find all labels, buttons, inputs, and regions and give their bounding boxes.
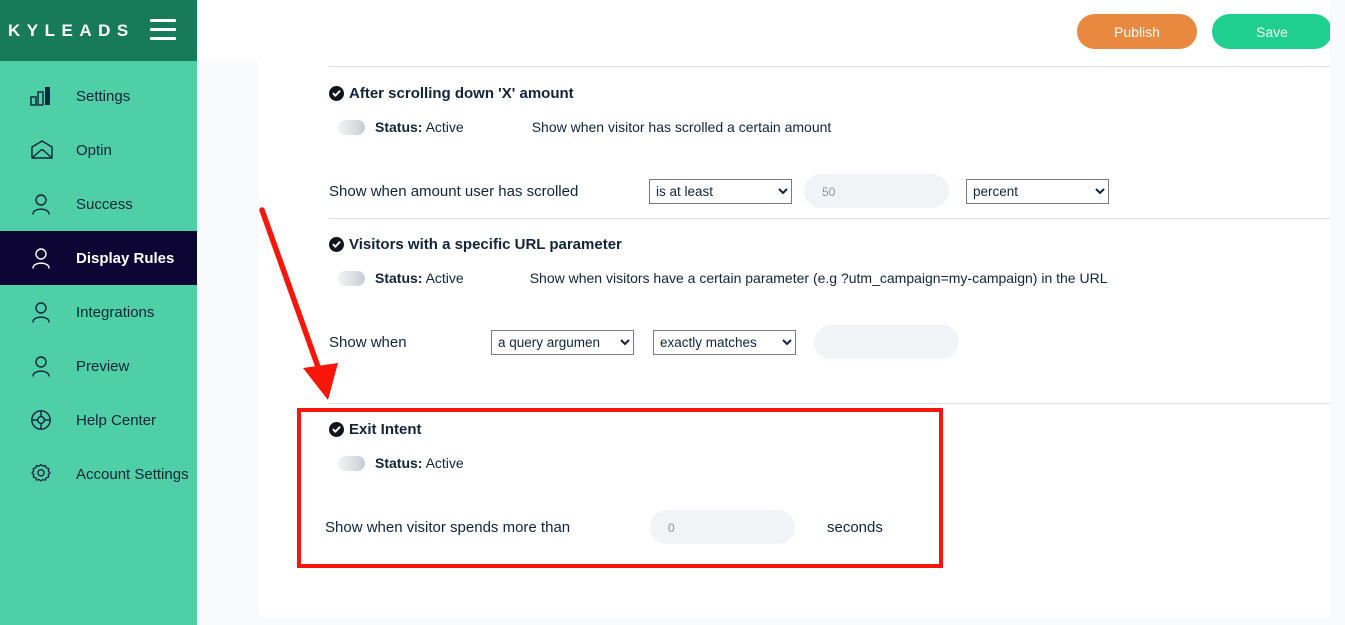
sidebar-item-label: Success: [76, 195, 133, 213]
status-label: Status: Active: [375, 455, 464, 471]
sidebar-item-label: Integrations: [76, 303, 155, 321]
sidebar-item-label: Account Settings: [76, 465, 189, 483]
status-toggle[interactable]: [338, 119, 365, 135]
check-circle-icon: [329, 422, 344, 437]
rule-field-row: Show when visitor spends more than secon…: [325, 510, 883, 544]
sidebar-item-label: Display Rules: [76, 249, 175, 267]
sidebar-item-integrations[interactable]: Integrations: [0, 285, 197, 339]
rule-status-row: Status: Active Show when visitors have a…: [338, 270, 1107, 286]
sidebar-nav: Settings Optin Success Display Rules Int…: [0, 61, 197, 501]
sidebar-item-help-center[interactable]: Help Center: [0, 393, 197, 447]
hamburger-bar: [150, 19, 176, 22]
section-divider: [329, 218, 1330, 219]
save-button[interactable]: Save: [1212, 14, 1332, 49]
exit-seconds-input[interactable]: [650, 510, 795, 544]
rule-field-row: Show when a query argumen exactly matche…: [329, 325, 959, 359]
status-value: Active: [425, 455, 464, 471]
sidebar-item-label: Preview: [76, 357, 130, 375]
rule-title: Exit Intent: [329, 421, 422, 438]
sidebar-item-success[interactable]: Success: [0, 177, 197, 231]
status-label: Status: Active: [375, 119, 464, 135]
rule-field-row: Show when amount user has scrolled is at…: [329, 174, 1109, 208]
field-label: Show when visitor spends more than: [325, 518, 571, 536]
app-root: KYLEADS Settings Optin Success Display R…: [0, 0, 1345, 625]
status-prefix: Status:: [375, 270, 423, 286]
user-icon: [30, 299, 60, 325]
status-prefix: Status:: [375, 119, 423, 135]
user-icon: [30, 353, 60, 379]
hamburger-icon[interactable]: [150, 19, 176, 40]
section-divider: [329, 66, 1330, 67]
sidebar-item-label: Optin: [76, 141, 112, 159]
hamburger-bar: [150, 28, 176, 31]
param-match-select[interactable]: exactly matches: [653, 329, 796, 355]
rule-status-row: Status: Active: [338, 455, 464, 471]
sidebar-item-label: Help Center: [76, 411, 157, 429]
scroll-operator-select[interactable]: is at least: [649, 178, 792, 204]
status-value: Active: [425, 270, 464, 286]
sidebar-header: KYLEADS: [0, 0, 197, 61]
scroll-unit-select[interactable]: percent: [966, 178, 1109, 204]
rule-title: After scrolling down 'X' amount: [329, 85, 574, 102]
sidebar: KYLEADS Settings Optin Success Display R…: [0, 0, 197, 625]
param-value-input[interactable]: [814, 325, 959, 359]
status-description: Show when visitors have a certain parame…: [529, 270, 1108, 286]
sidebar-item-optin[interactable]: Optin: [0, 123, 197, 177]
seconds-unit-label: seconds: [827, 518, 883, 536]
sidebar-item-display-rules[interactable]: Display Rules: [0, 231, 197, 285]
status-prefix: Status:: [375, 455, 423, 471]
content-area: After scrolling down 'X' amount Status: …: [197, 61, 1330, 625]
field-label: Show when: [329, 333, 407, 351]
status-value: Active: [425, 119, 464, 135]
rule-title-text: Exit Intent: [349, 421, 422, 438]
rule-status-row: Status: Active Show when visitor has scr…: [338, 119, 831, 135]
section-divider: [329, 403, 1330, 404]
status-toggle[interactable]: [338, 270, 365, 286]
status-description: Show when visitor has scrolled a certain…: [531, 119, 832, 135]
field-label: Show when amount user has scrolled: [329, 182, 579, 200]
user-icon: [30, 245, 60, 271]
rule-title: Visitors with a specific URL parameter: [329, 236, 622, 253]
check-circle-icon: [329, 86, 344, 101]
scroll-amount-input[interactable]: [804, 174, 949, 208]
check-circle-icon: [329, 237, 344, 252]
envelope-icon: [30, 137, 60, 163]
param-type-select[interactable]: a query argumen: [491, 329, 634, 355]
status-label: Status: Active: [375, 270, 464, 286]
gear-icon: [30, 461, 60, 487]
hamburger-bar: [150, 37, 176, 40]
user-icon: [30, 191, 60, 217]
sidebar-item-settings[interactable]: Settings: [0, 69, 197, 123]
bar-chart-icon: [30, 83, 60, 109]
sidebar-item-label: Settings: [76, 87, 131, 105]
status-toggle[interactable]: [338, 455, 365, 471]
sidebar-item-preview[interactable]: Preview: [0, 339, 197, 393]
publish-button[interactable]: Publish: [1077, 14, 1197, 49]
topbar: Publish Save: [197, 0, 1345, 61]
brand-logo: KYLEADS: [8, 20, 135, 40]
lifebuoy-icon: [30, 407, 60, 433]
rule-title-text: Visitors with a specific URL parameter: [349, 236, 622, 253]
rule-title-text: After scrolling down 'X' amount: [349, 85, 574, 102]
display-rules-card: After scrolling down 'X' amount Status: …: [258, 61, 1330, 617]
page-right-gutter: [1330, 0, 1345, 625]
sidebar-item-account-settings[interactable]: Account Settings: [0, 447, 197, 501]
